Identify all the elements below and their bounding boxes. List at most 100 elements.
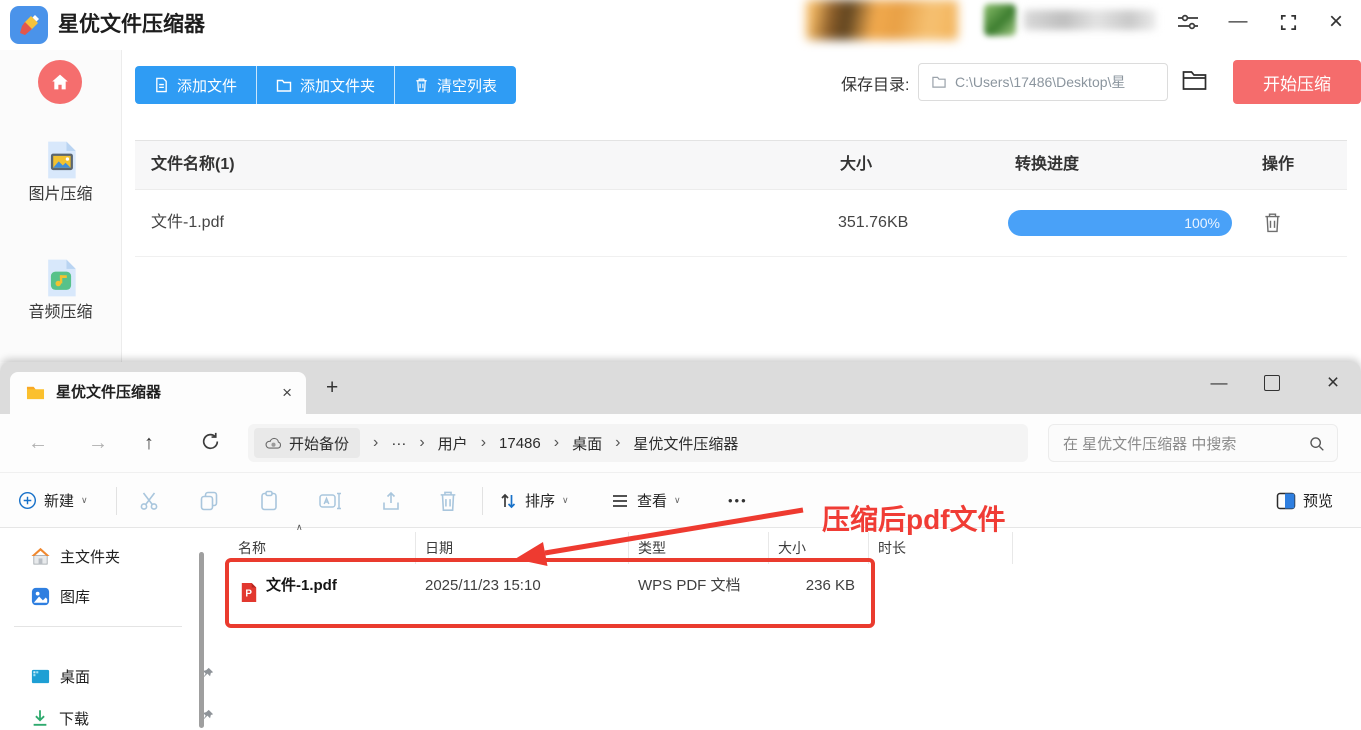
column-header-name: 文件名称(1) (151, 156, 235, 173)
browse-folder-button[interactable] (1181, 68, 1208, 97)
explorer-maximize-button[interactable] (1264, 375, 1280, 391)
column-divider[interactable] (415, 532, 416, 564)
sidebar-divider (14, 626, 182, 627)
column-header-size: 大小 (840, 156, 873, 173)
file-action-button-group: 添加文件 添加文件夹 清空列表 (135, 66, 517, 104)
home-icon (52, 74, 68, 90)
clear-list-label: 清空列表 (437, 77, 498, 95)
search-icon[interactable] (1308, 435, 1325, 457)
navigation-row: ← → ↑ 开始备份 › ··· › 用户 › 17486 › 桌面 › 星优文… (0, 414, 1361, 472)
cell-file-date: 2025/11/23 15:10 (425, 577, 541, 594)
copy-icon (200, 491, 218, 510)
column-divider[interactable] (1012, 532, 1013, 564)
file-list-row[interactable]: P 文件-1.pdf 2025/11/23 15:10 WPS PDF 文档 2… (210, 562, 1361, 610)
sidebar-item-home-folder[interactable]: 主文件夹 (30, 542, 120, 570)
preview-label: 预览 (1303, 493, 1334, 510)
sort-button[interactable]: 排序 ∨ (498, 473, 569, 528)
explorer-tab[interactable]: 星优文件压缩器 × (10, 372, 306, 414)
open-folder-icon (1182, 71, 1207, 90)
tab-close-button[interactable]: × (282, 372, 292, 414)
plus-circle-icon (18, 491, 37, 510)
compress-file-table: 文件名称(1) 大小 转换进度 操作 文件-1.pdf 351.76KB 100… (135, 140, 1347, 257)
sidebar-item-gallery[interactable]: 图库 (30, 582, 90, 610)
chevron-right-icon: › (615, 434, 621, 451)
list-header-date[interactable]: 日期 (425, 538, 453, 558)
cut-button[interactable] (138, 473, 160, 528)
app-minimize-button[interactable]: — (1224, 8, 1252, 36)
save-dir-field[interactable]: C:\Users\17486\Desktop\星 (918, 63, 1168, 101)
breadcrumb-desktop[interactable]: 桌面 (572, 433, 602, 454)
chevron-down-icon: ∨ (81, 495, 88, 505)
list-header-type[interactable]: 类型 (638, 538, 666, 558)
forward-button[interactable]: → (88, 414, 108, 472)
table-row[interactable]: 文件-1.pdf 351.76KB 100% (135, 190, 1347, 257)
search-input[interactable] (1061, 426, 1295, 462)
home-icon (31, 547, 50, 565)
image-compress-icon[interactable] (39, 138, 83, 182)
preview-pane-icon (1276, 492, 1296, 509)
gallery-label: 图库 (60, 588, 91, 606)
delete-row-button[interactable] (1263, 211, 1282, 239)
list-header-size[interactable]: 大小 (778, 538, 806, 558)
home-folder-label: 主文件夹 (60, 548, 121, 566)
sidebar-scrollbar[interactable] (199, 552, 204, 728)
breadcrumb-ellipsis[interactable]: ··· (391, 435, 406, 452)
column-header-progress: 转换进度 (1015, 156, 1080, 173)
add-folder-button[interactable]: 添加文件夹 (257, 66, 396, 104)
save-dir-value: C:\Users\17486\Desktop\星 (955, 74, 1126, 90)
folder-icon (932, 76, 946, 88)
add-file-label: 添加文件 (177, 77, 238, 95)
column-divider[interactable] (768, 532, 769, 564)
new-tab-button[interactable]: + (326, 376, 338, 400)
breadcrumb-users[interactable]: 用户 (438, 433, 468, 454)
list-header-name[interactable]: 名称 (238, 538, 266, 558)
paste-button[interactable] (258, 473, 280, 528)
up-button[interactable]: ↑ (144, 414, 154, 472)
explorer-minimize-button[interactable]: — (1206, 368, 1232, 398)
new-button[interactable]: 新建 ∨ (18, 473, 88, 528)
sidebar-item-downloads[interactable]: 下载 (30, 704, 214, 730)
audio-compress-icon[interactable] (39, 256, 83, 300)
trash-icon (440, 491, 456, 511)
cell-file-name: 文件-1.pdf (151, 214, 224, 231)
preview-button[interactable]: 预览 (1276, 473, 1333, 528)
more-options-button[interactable]: ••• (728, 473, 748, 528)
broom-icon (20, 15, 39, 35)
breadcrumb-user-id[interactable]: 17486 (499, 435, 541, 452)
sidebar-item-audio-compress[interactable]: 音频压缩 (0, 298, 121, 322)
app-close-button[interactable]: × (1322, 8, 1350, 36)
copy-button[interactable] (198, 473, 220, 528)
settings-sliders-icon[interactable] (1174, 8, 1202, 36)
share-button[interactable] (380, 473, 402, 528)
clear-list-button[interactable]: 清空列表 (395, 66, 516, 104)
cell-file-name: 文件-1.pdf (266, 577, 337, 594)
tab-title: 星优文件压缩器 (56, 384, 162, 401)
search-box[interactable] (1048, 424, 1338, 462)
back-button[interactable]: ← (28, 414, 48, 472)
breadcrumb-current-folder[interactable]: 星优文件压缩器 (633, 433, 738, 454)
list-header-duration[interactable]: 时长 (878, 538, 906, 558)
start-compress-button[interactable]: 开始压缩 (1233, 60, 1361, 104)
column-divider[interactable] (628, 532, 629, 564)
sidebar-item-desktop[interactable]: 桌面 (30, 662, 214, 690)
blurred-user-name (1024, 10, 1156, 30)
explorer-close-button[interactable]: × (1320, 368, 1346, 398)
download-icon (33, 710, 47, 726)
view-button[interactable]: 查看 ∨ (610, 473, 681, 528)
app-maximize-button[interactable] (1274, 8, 1302, 36)
refresh-button[interactable] (200, 431, 221, 458)
breadcrumb-backup-chip[interactable]: 开始备份 (254, 428, 361, 458)
pdf-file-icon: P (240, 575, 258, 623)
address-bar[interactable]: 开始备份 › ··· › 用户 › 17486 › 桌面 › 星优文件压缩器 (248, 424, 1028, 462)
table-header-row: 文件名称(1) 大小 转换进度 操作 (135, 140, 1347, 190)
progress-bar: 100% (1008, 210, 1232, 236)
breadcrumb-backup-label: 开始备份 (289, 435, 350, 453)
explorer-body: 主文件夹 图库 桌面 下载 (0, 528, 1361, 730)
list-view-icon (613, 494, 627, 507)
add-file-button[interactable]: 添加文件 (135, 66, 258, 104)
add-folder-label: 添加文件夹 (300, 77, 376, 95)
delete-button[interactable] (438, 473, 458, 528)
sidebar-item-home[interactable] (38, 60, 82, 104)
sidebar-item-image-compress[interactable]: 图片压缩 (0, 180, 121, 204)
rename-button[interactable] (318, 473, 342, 528)
